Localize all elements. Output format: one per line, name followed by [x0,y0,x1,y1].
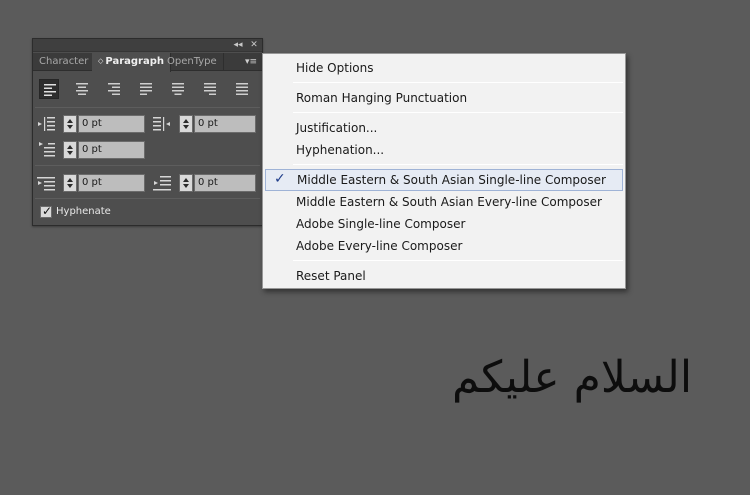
menu-separator [293,260,623,261]
hyphenate-checkbox[interactable]: ✓ [40,204,53,218]
first-line-indent-input[interactable]: 0 pt [78,141,145,159]
menu-checkmark-icon: ✓ [274,171,286,187]
space-after-stepper[interactable] [179,174,193,192]
space-after-input[interactable]: 0 pt [194,174,256,192]
right-indent-icon [153,117,170,131]
justify-last-center-button[interactable] [168,79,188,99]
panel-title-bar[interactable]: ◂◂ ✕ [33,39,262,52]
alignment-button-row [39,79,259,99]
align-left-button[interactable] [39,79,59,99]
space-after-control: 0 pt [153,174,263,192]
menu-item-label: Middle Eastern & South Asian Single-line… [297,173,606,187]
space-after-icon [153,176,171,191]
menu-item-me-single-line-composer[interactable]: ✓ Middle Eastern & South Asian Single-lin… [265,169,623,191]
menu-item-reset-panel[interactable]: Reset Panel [265,265,623,287]
align-center-icon [76,83,88,95]
menu-separator [293,164,623,165]
tab-sort-arrows-icon: ◇ [98,57,104,65]
panel-flyout-menu: Hide Options Roman Hanging Punctuation J… [262,53,626,289]
hyphenate-label: Hyphenate [56,206,111,217]
panel-menu-icon[interactable]: ▾≡ [244,56,258,68]
justify-last-left-button[interactable] [136,79,156,99]
close-panel-icon[interactable]: ✕ [248,39,260,51]
tab-opentype[interactable]: OpenType [161,53,224,71]
menu-separator [293,82,623,83]
arabic-text-sample[interactable]: السلام عليكم [452,348,692,408]
left-indent-stepper[interactable] [63,115,77,133]
tab-paragraph-label: Paragraph [105,56,164,67]
right-indent-stepper[interactable] [179,115,193,133]
menu-separator [293,112,623,113]
tab-character[interactable]: Character [33,53,96,71]
left-indent-icon [38,117,55,131]
checkmark-icon: ✓ [42,204,53,218]
menu-item-justification[interactable]: Justification... [265,117,623,139]
collapse-panel-icon[interactable]: ◂◂ [232,39,244,51]
space-before-icon [37,177,55,191]
right-indent-input[interactable]: 0 pt [194,115,256,133]
first-line-indent-control: 0 pt [37,141,147,159]
menu-item-hide-options[interactable]: Hide Options [265,57,623,79]
space-before-control: 0 pt [37,174,147,192]
justify-last-left-icon [140,83,152,95]
menu-item-me-every-line-composer[interactable]: Middle Eastern & South Asian Every-line … [265,191,623,213]
align-right-icon [108,83,120,95]
align-left-icon [44,84,56,96]
menu-item-adobe-every-line-composer[interactable]: Adobe Every-line Composer [265,235,623,257]
panel-divider [35,107,260,108]
space-before-input[interactable]: 0 pt [78,174,145,192]
align-center-button[interactable] [72,79,92,99]
justify-last-center-icon [172,83,184,95]
panel-divider [35,165,260,166]
menu-item-adobe-single-line-composer[interactable]: Adobe Single-line Composer [265,213,623,235]
first-line-indent-icon [39,142,55,157]
panel-tab-row: Character ◇ Paragraph OpenType ▾≡ [33,53,262,72]
menu-item-roman-hanging-punctuation[interactable]: Roman Hanging Punctuation [265,87,623,109]
justify-last-right-button[interactable] [200,79,220,99]
first-line-indent-stepper[interactable] [63,141,77,159]
space-before-stepper[interactable] [63,174,77,192]
left-indent-control: 0 pt [37,115,147,133]
panel-divider [35,198,260,199]
paragraph-panel: ◂◂ ✕ Character ◇ Paragraph OpenType ▾≡ 0… [32,38,263,226]
justify-last-right-icon [204,83,216,95]
justify-all-icon [236,83,248,95]
left-indent-input[interactable]: 0 pt [78,115,145,133]
menu-item-hyphenation[interactable]: Hyphenation... [265,139,623,161]
justify-all-button[interactable] [232,79,252,99]
right-indent-control: 0 pt [153,115,263,133]
align-right-button[interactable] [104,79,124,99]
tab-paragraph[interactable]: ◇ Paragraph [92,53,171,72]
